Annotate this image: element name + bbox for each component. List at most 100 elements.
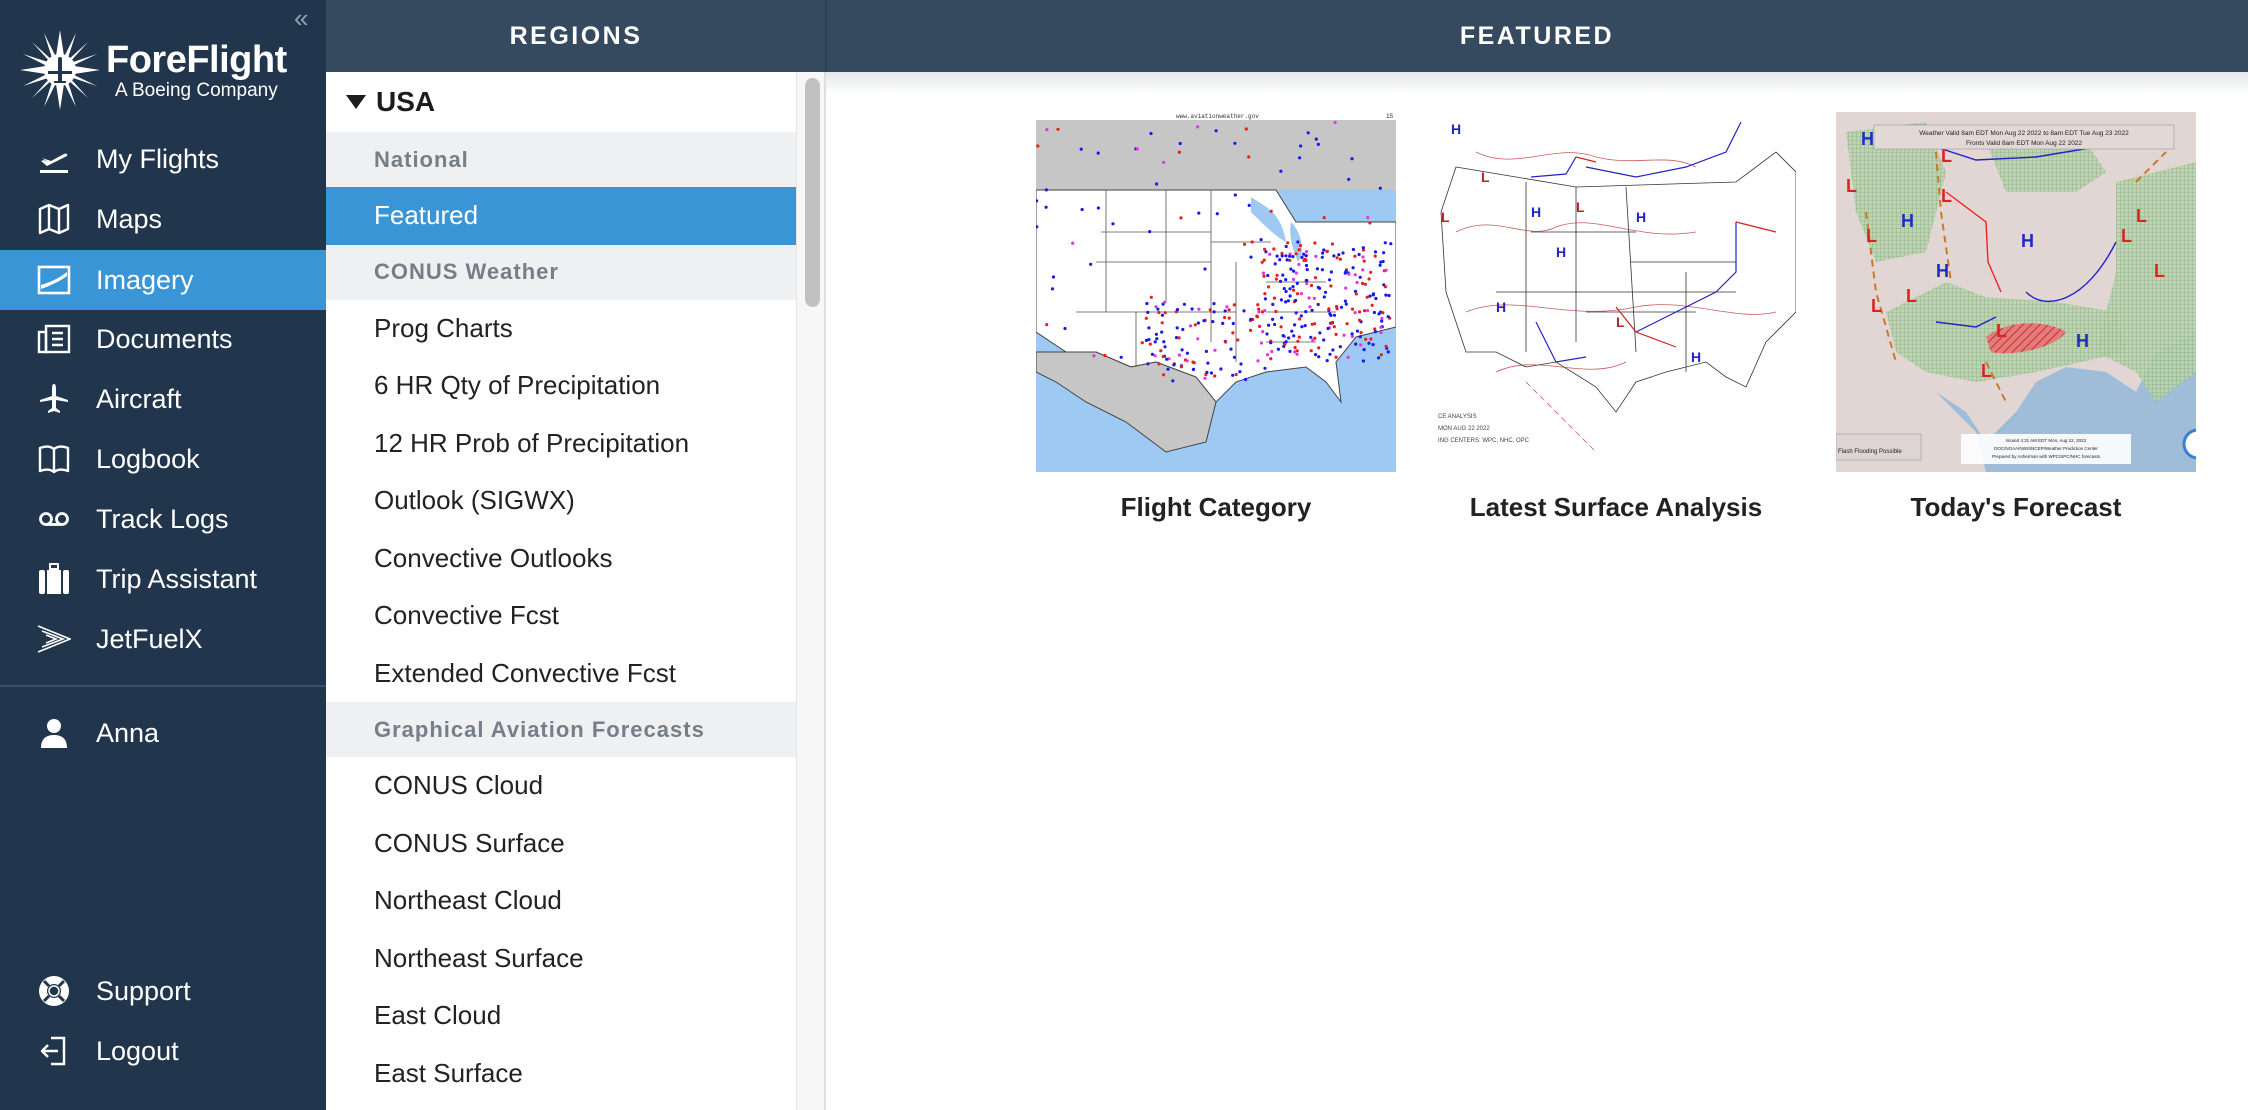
flight-category-thumbnail[interactable]: www.aviationweather.gov 15 (1036, 112, 1396, 472)
nav-label: Aircraft (96, 383, 182, 414)
nav-label: Maps (96, 203, 163, 234)
list-item[interactable]: Convective Fcst (326, 587, 796, 645)
station-dot (1314, 254, 1318, 258)
station-dot (1294, 271, 1298, 275)
station-dot (1291, 277, 1296, 281)
nav-item-support[interactable]: Support (0, 961, 326, 1021)
scrollbar-thumb[interactable] (805, 78, 820, 307)
station-dot (1325, 359, 1329, 363)
list-item[interactable]: Prog Charts (326, 300, 796, 358)
svg-text:H: H (1556, 244, 1566, 260)
nav-item-aircraft[interactable]: Aircraft (0, 369, 326, 429)
station-dot (1373, 250, 1378, 254)
nav-item-trip-assistant[interactable]: Trip Assistant (0, 549, 326, 609)
svg-text:L: L (2154, 261, 2165, 281)
station-dot (1221, 321, 1225, 325)
station-dot (1308, 305, 1312, 309)
station-dot (1233, 141, 1237, 145)
station-dot (1276, 347, 1280, 351)
featured-card-flight-category[interactable]: www.aviationweather.gov 15 Flight Catego… (1036, 112, 1396, 523)
station-dot (1148, 342, 1152, 346)
station-dot (1165, 357, 1169, 361)
list-item[interactable]: Northeast Surface (326, 930, 796, 988)
nav-item-logout[interactable]: Logout (0, 1021, 326, 1081)
station-dot (1036, 144, 1040, 148)
station-dot (1234, 372, 1238, 377)
station-dot (1270, 349, 1274, 354)
nav-item-jetfuelx[interactable]: JetFuelX (0, 609, 326, 669)
suitcase-icon (36, 561, 72, 597)
station-dot (1153, 340, 1157, 344)
header-shadow (826, 72, 2248, 94)
station-dot (1328, 352, 1332, 356)
list-item[interactable]: East Cloud (326, 987, 796, 1045)
station-dot (1288, 254, 1292, 258)
station-dot (1367, 341, 1371, 345)
station-dot (1263, 297, 1267, 301)
book-icon (36, 441, 72, 477)
list-item[interactable]: Extended Convective Fcst (326, 645, 796, 703)
station-dot (1313, 276, 1317, 280)
station-dot (1329, 313, 1333, 317)
list-item[interactable]: 12 HR Prob of Precipitation (326, 415, 796, 473)
station-dot (1209, 371, 1214, 375)
nav-item-maps[interactable]: Maps (0, 189, 326, 249)
station-dot (1249, 328, 1253, 332)
station-dot (1361, 268, 1365, 272)
nav-item-imagery[interactable]: Imagery (0, 250, 326, 310)
list-item[interactable]: CONUS Surface (326, 815, 796, 873)
list-item[interactable]: 6 HR Qty of Precipitation (326, 357, 796, 415)
list-item[interactable]: CONUS Cloud (326, 757, 796, 815)
regions-scrollbar[interactable] (796, 72, 826, 1110)
station-dot (1317, 355, 1321, 359)
list-item-featured[interactable]: Featured (326, 187, 796, 245)
station-dot (1337, 253, 1341, 257)
station-dot (1269, 357, 1273, 361)
list-item[interactable]: Outlook (SIGWX) (326, 472, 796, 530)
collapse-sidebar-button[interactable]: « (294, 5, 314, 31)
station-dot (1362, 309, 1367, 313)
station-dot (1297, 248, 1301, 252)
nav-item-my-flights[interactable]: My Flights (0, 129, 326, 189)
station-dot (1343, 299, 1347, 303)
surface-analysis-map-image: H H H H H H L L L L CE ANALYSIS MON AUG 22 20… (1436, 112, 1796, 472)
nav-item-user[interactable]: Anna (0, 703, 326, 763)
todays-forecast-thumbnail[interactable]: HH HH H LL LL LL LL LL L Weather Valid 8… (1836, 112, 2196, 472)
featured-card-surface-analysis[interactable]: H H H H H H L L L L CE ANALYSIS MON AUG 22 20… (1436, 112, 1796, 523)
list-item[interactable]: East Surface (326, 1045, 796, 1103)
station-dot (1214, 129, 1218, 133)
station-dot (1369, 270, 1373, 274)
svg-text:H: H (1496, 299, 1506, 315)
station-dot (1331, 348, 1335, 352)
station-dot (1335, 304, 1339, 309)
station-dot (1211, 320, 1215, 324)
featured-card-todays-forecast[interactable]: HH HH H LL LL LL LL LL L Weather Valid 8… (1836, 112, 2196, 523)
nav-item-track-logs[interactable]: Track Logs (0, 489, 326, 549)
list-item[interactable]: Northeast Cloud (326, 872, 796, 930)
station-dot (1316, 302, 1320, 307)
nav-item-logbook[interactable]: Logbook (0, 429, 326, 489)
nav-item-documents[interactable]: Documents (0, 309, 326, 369)
region-name: USA (376, 86, 436, 117)
surface-analysis-thumbnail[interactable]: H H H H H H L L L L CE ANALYSIS MON AUG 22 20… (1436, 112, 1796, 472)
station-dot (1080, 207, 1084, 212)
station-dot (1300, 325, 1304, 329)
station-dot (1190, 307, 1194, 311)
featured-panel: www.aviationweather.gov 15 Flight Catego… (826, 72, 2248, 1110)
station-dot (1379, 330, 1383, 335)
list-item[interactable]: Convective Outlooks (326, 530, 796, 588)
station-dot (1295, 349, 1299, 353)
svg-text:L: L (1846, 176, 1857, 196)
station-dot (1286, 299, 1290, 303)
compass-star-icon (20, 30, 100, 110)
station-dot (1185, 359, 1189, 363)
user-name: Anna (96, 717, 160, 748)
station-dot (1188, 324, 1193, 328)
nav-label: Imagery (96, 264, 194, 295)
station-dot (1243, 242, 1247, 246)
station-dot (1135, 147, 1139, 151)
foreflight-logo: ForeFlight A Boeing Company (20, 30, 287, 110)
region-usa-toggle[interactable]: USA (326, 72, 796, 132)
thumb-corner-text: 15 (1386, 113, 1394, 120)
station-dot (1178, 141, 1182, 146)
